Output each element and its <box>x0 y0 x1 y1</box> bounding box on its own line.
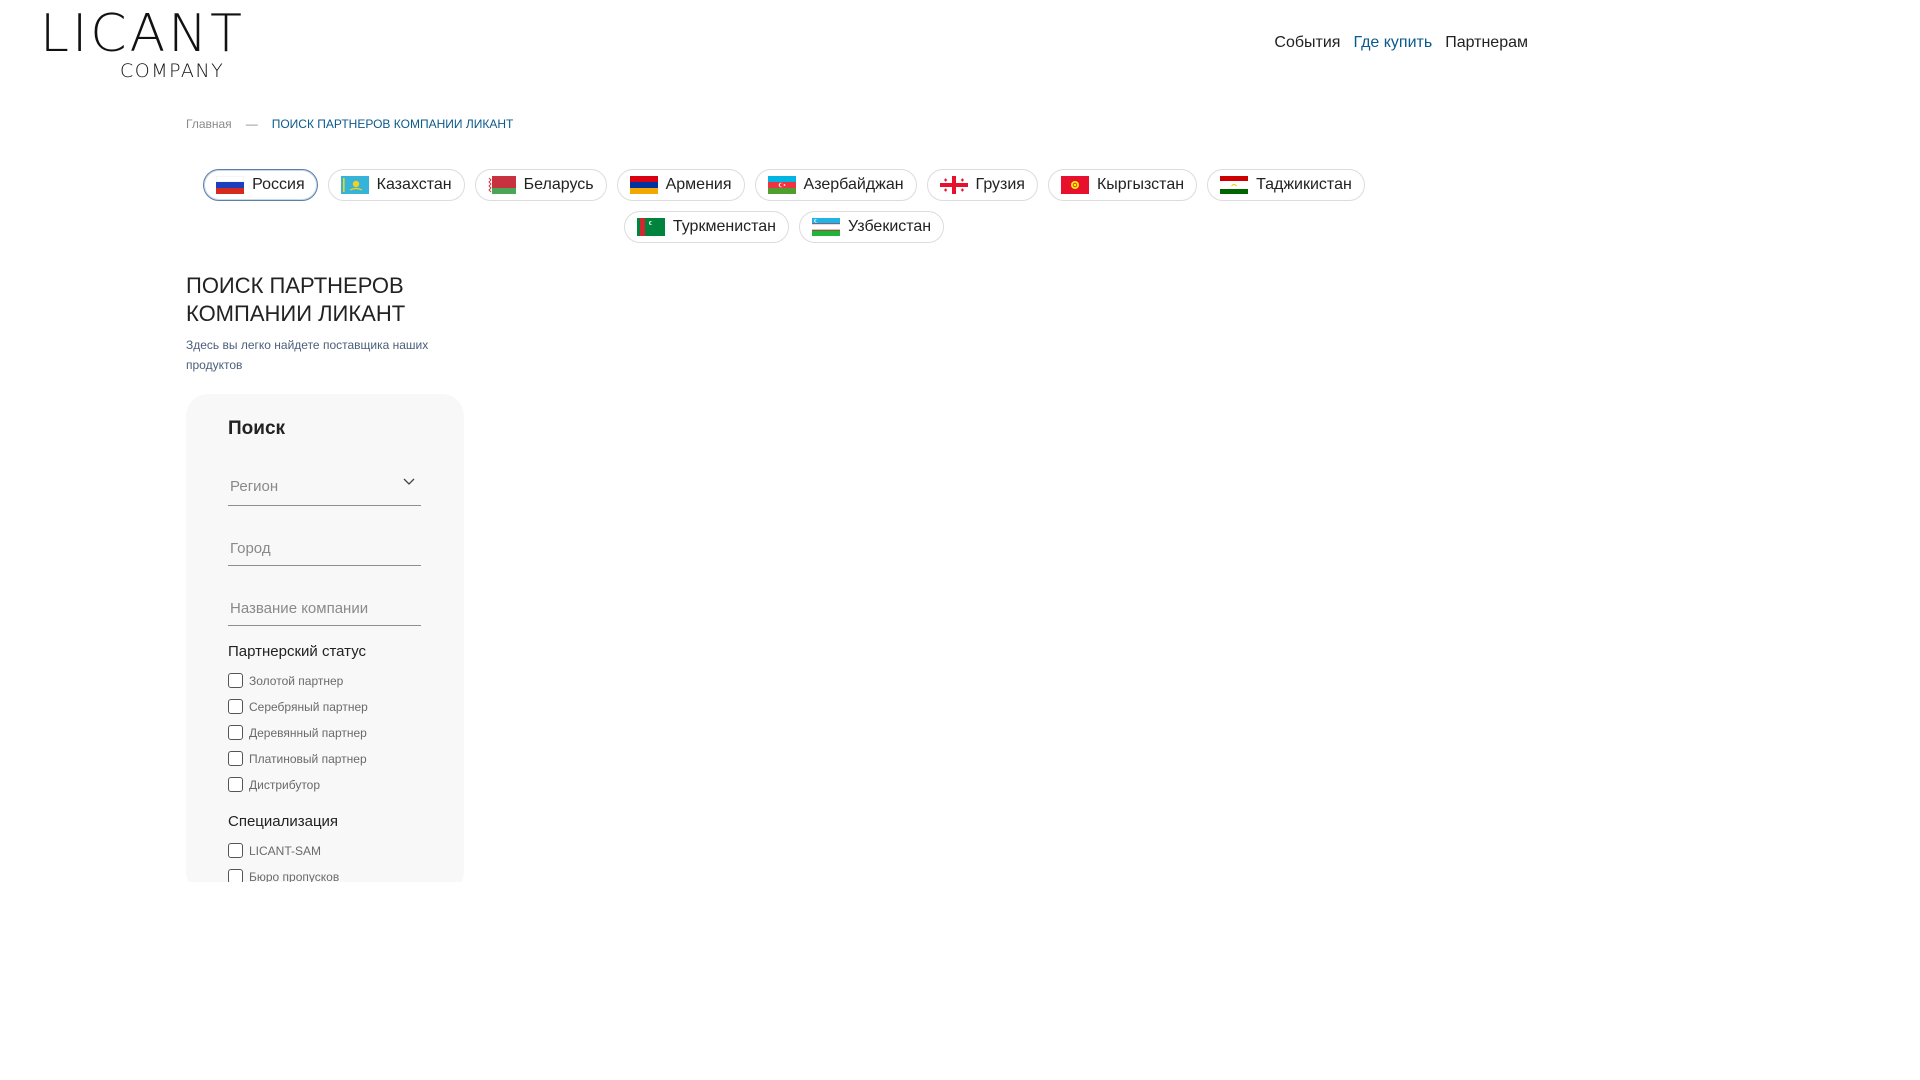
top-nav: События Где купить Партнерам <box>1274 34 1528 52</box>
turkmenistan-flag-icon <box>636 218 665 236</box>
checkbox-label: Платиновый партнер <box>249 751 367 766</box>
logo-subtitle: COMPANY <box>120 60 225 82</box>
country-chip-label: Таджикистан <box>1256 176 1352 193</box>
page-title-line-1: ПОИСК ПАРТНЕРОВ <box>186 273 404 298</box>
specialization-checkbox-licant-sam[interactable]: LICANT-SAM <box>228 843 321 858</box>
status-checkbox-wooden[interactable]: Деревянный партнер <box>228 725 367 740</box>
country-chip-label: Туркменистан <box>672 218 777 235</box>
country-chip-label: Узбекистан <box>848 218 932 235</box>
logo[interactable]: LICANT COMPANY <box>40 4 250 82</box>
checkbox[interactable] <box>228 673 243 688</box>
checkbox-label: Серебряный партнер <box>249 699 368 714</box>
specialization-title: Специализация <box>228 813 339 830</box>
country-chip-georgia[interactable]: Грузия <box>926 169 1038 201</box>
search-panel-title: Поиск <box>228 418 286 439</box>
country-chip-label: Кыргызстан <box>1096 176 1185 193</box>
page-title: ПОИСК ПАРТНЕРОВ КОМПАНИИ ЛИКАНТ <box>186 272 486 328</box>
checkbox[interactable] <box>228 777 243 792</box>
search-panel: Поиск Регион Партнерский статус Золотой … <box>186 394 464 882</box>
nav-where-to-buy-link[interactable]: Где купить <box>1353 34 1432 52</box>
checkbox[interactable] <box>228 699 243 714</box>
country-chip-uzbekistan[interactable]: Узбекистан <box>799 211 945 243</box>
nav-partners-link[interactable]: Партнерам <box>1445 34 1528 52</box>
country-chip-label: Армения <box>665 176 732 193</box>
specialization-checkbox-pass-office[interactable]: Бюро пропусков <box>228 869 339 882</box>
country-chip-tajikistan[interactable]: Таджикистан <box>1207 169 1365 201</box>
checkbox-label: Деревянный партнер <box>249 725 367 740</box>
partner-status-title: Партнерский статус <box>228 643 367 660</box>
logo-wordmark: LICANT <box>40 4 245 64</box>
kazakhstan-flag-icon <box>340 176 369 194</box>
page-title-line-2: КОМПАНИИ ЛИКАНТ <box>186 301 406 326</box>
country-chip-label: Россия <box>252 176 305 193</box>
country-chip-kyrgyzstan[interactable]: Кыргызстан <box>1047 169 1198 201</box>
checkbox[interactable] <box>228 725 243 740</box>
country-chip-label: Азербайджан <box>803 176 904 193</box>
checkbox[interactable] <box>228 751 243 766</box>
country-selector: Россия Казахстан Беларусь Армения Азерба… <box>180 169 1388 243</box>
country-chip-label: Казахстан <box>376 176 452 193</box>
nav-events-link[interactable]: События <box>1274 34 1340 52</box>
checkbox-label: LICANT-SAM <box>249 843 322 858</box>
city-input[interactable] <box>228 532 421 566</box>
country-chip-label: Беларусь <box>523 176 594 193</box>
kyrgyzstan-flag-icon <box>1060 176 1089 194</box>
azerbaijan-flag-icon <box>767 176 796 194</box>
country-chip-armenia[interactable]: Армения <box>616 169 745 201</box>
georgia-flag-icon <box>939 176 968 194</box>
breadcrumb-current: ПОИСК ПАРТНЕРОВ КОМПАНИИ ЛИКАНТ <box>271 117 514 131</box>
country-chip-azerbaijan[interactable]: Азербайджан <box>754 169 917 201</box>
status-checkbox-gold[interactable]: Золотой партнер <box>228 673 343 688</box>
status-checkbox-silver[interactable]: Серебряный партнер <box>228 699 368 714</box>
checkbox-label: Золотой партнер <box>249 673 344 688</box>
country-chip-kazakhstan[interactable]: Казахстан <box>327 169 465 201</box>
status-checkbox-distributor[interactable]: Дистрибутор <box>228 777 320 792</box>
page: LICANT COMPANY События Где купить Партне… <box>0 0 1568 882</box>
checkbox-label: Дистрибутор <box>249 777 321 792</box>
russia-flag-icon <box>216 176 245 194</box>
checkbox[interactable] <box>228 869 243 882</box>
armenia-flag-icon <box>629 176 658 194</box>
country-chip-belarus[interactable]: Беларусь <box>474 169 607 201</box>
country-chip-label: Грузия <box>975 176 1025 193</box>
tajikistan-flag-icon <box>1220 176 1249 194</box>
belarus-flag-icon <box>487 176 516 194</box>
page-subtitle: Здесь вы легко найдете поставщика наших … <box>186 338 429 372</box>
status-checkbox-platinum[interactable]: Платиновый партнер <box>228 751 367 766</box>
company-name-input[interactable] <box>228 592 421 626</box>
uzbekistan-flag-icon <box>812 218 841 236</box>
breadcrumb-home-link[interactable]: Главная <box>186 117 232 131</box>
breadcrumb: Главная — ПОИСК ПАРТНЕРОВ КОМПАНИИ ЛИКАН… <box>186 117 513 131</box>
country-chip-turkmenistan[interactable]: Туркменистан <box>623 211 790 243</box>
region-select-placeholder: Регион <box>230 478 279 495</box>
checkbox-label: Бюро пропусков <box>249 869 340 883</box>
chevron-down-icon <box>403 478 415 485</box>
breadcrumb-separator: — <box>245 117 258 131</box>
checkbox[interactable] <box>228 843 243 858</box>
country-chip-russia[interactable]: Россия <box>203 169 318 201</box>
